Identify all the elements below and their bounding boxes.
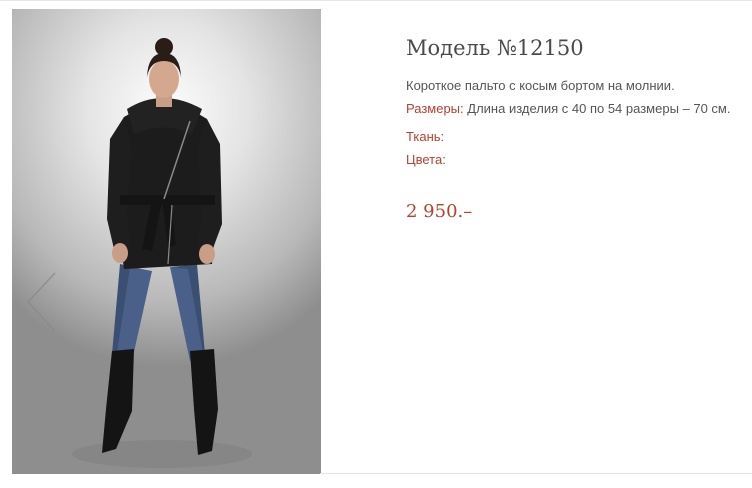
chevron-left-icon: [26, 272, 56, 332]
sizes-value: Длина изделия с 40 по 54 размеры – 70 см…: [467, 101, 731, 116]
product-photo: [12, 9, 321, 474]
product-description: Короткое пальто с косым бортом на молнии…: [406, 78, 675, 93]
gallery-prev-button[interactable]: [24, 271, 60, 333]
colors-row: Цвета:: [406, 151, 746, 169]
fabric-label: Ткань:: [406, 129, 445, 144]
sizes-label: Размеры:: [406, 101, 464, 116]
product-info: Модель №12150 Короткое пальто с косым бо…: [406, 31, 746, 222]
sizes-row: Размеры: Длина изделия с 40 по 54 размер…: [406, 100, 746, 118]
product-price: 2 950.–: [406, 201, 473, 222]
product-title: Модель №12150: [406, 36, 584, 60]
divider: [320, 473, 752, 474]
product-card: Модель №12150 Короткое пальто с косым бо…: [0, 0, 752, 488]
model-figure: [72, 38, 252, 468]
colors-label: Цвета:: [406, 152, 446, 167]
fabric-row: Ткань:: [406, 128, 746, 146]
